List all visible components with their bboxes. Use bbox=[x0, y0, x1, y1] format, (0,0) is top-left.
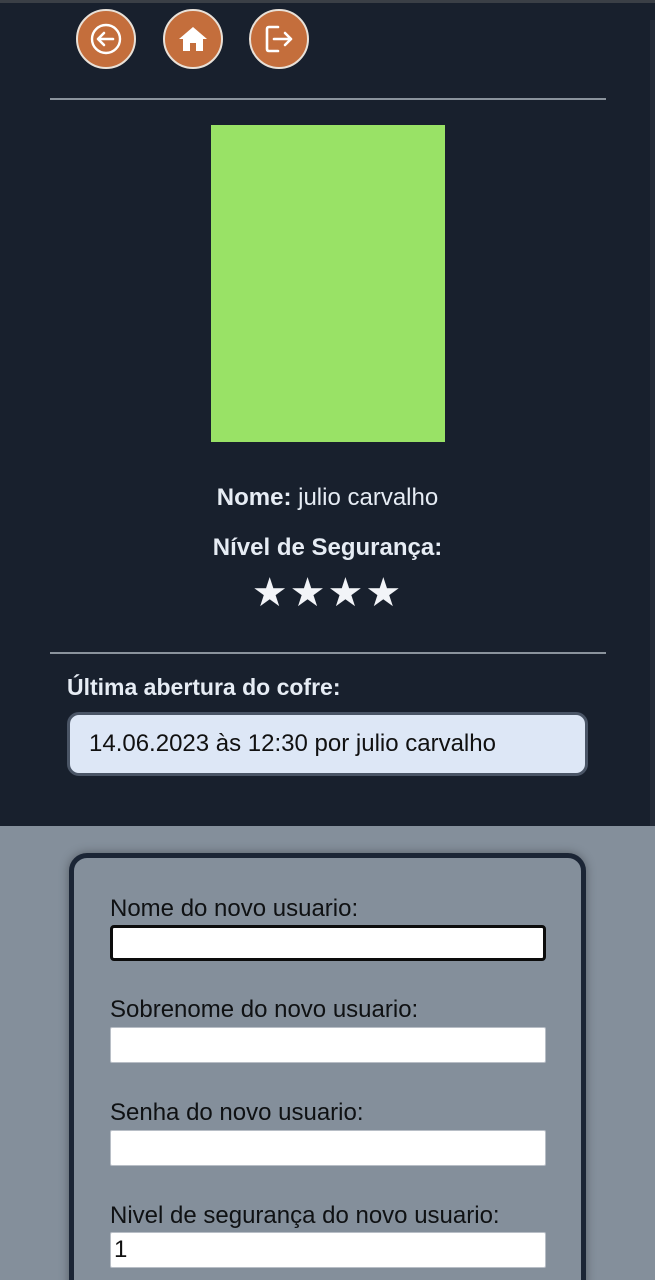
home-button[interactable] bbox=[163, 9, 223, 69]
new-user-surname-input[interactable] bbox=[110, 1027, 546, 1063]
new-user-name-input[interactable] bbox=[110, 925, 546, 961]
last-open-title: Última abertura do cofre: bbox=[67, 674, 341, 700]
security-level-label: Nível de Segurança: bbox=[212, 534, 443, 561]
security-stars: ★★★★ bbox=[251, 570, 404, 616]
logout-icon bbox=[262, 22, 296, 56]
new-user-name-label: Nome do novo usuario: bbox=[110, 895, 359, 922]
user-photo bbox=[211, 125, 445, 442]
middle-divider bbox=[50, 652, 606, 654]
home-icon bbox=[176, 22, 210, 56]
new-user-security-level-input[interactable] bbox=[110, 1232, 546, 1268]
last-open-value: 14.06.2023 às 12:30 por julio carvalho bbox=[67, 712, 588, 776]
new-user-password-input[interactable] bbox=[110, 1130, 546, 1166]
logout-button[interactable] bbox=[249, 9, 309, 69]
name-value: julio carvalho bbox=[298, 484, 439, 511]
window-top-edge bbox=[0, 0, 655, 3]
new-user-surname-label: Sobrenome do novo usuario: bbox=[110, 996, 419, 1023]
arrow-left-icon bbox=[89, 22, 123, 56]
name-label: Nome: bbox=[216, 484, 292, 511]
back-button[interactable] bbox=[76, 9, 136, 69]
new-user-password-label: Senha do novo usuario: bbox=[110, 1099, 364, 1126]
new-user-security-level-label: Nivel de segurança do novo usuario: bbox=[110, 1202, 500, 1229]
top-divider bbox=[50, 98, 606, 100]
user-name-line: Nome: julio carvalho bbox=[0, 484, 655, 512]
scrollbar-track[interactable] bbox=[650, 20, 655, 826]
